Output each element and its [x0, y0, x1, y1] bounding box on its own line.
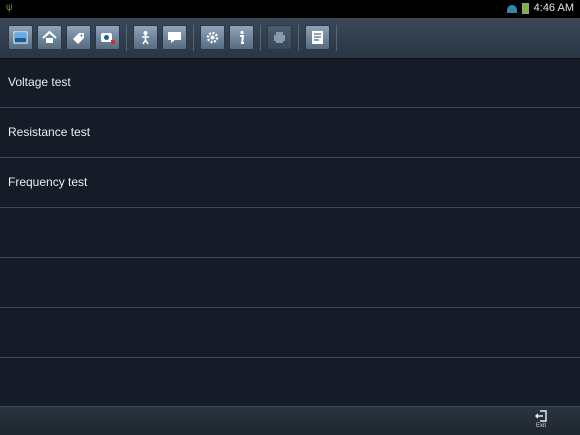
- list-item: [0, 308, 580, 358]
- list-item-label: Resistance test: [8, 125, 91, 139]
- bottom-bar: Exit: [0, 406, 580, 435]
- info-icon[interactable]: [229, 25, 254, 50]
- list-item: [0, 258, 580, 308]
- status-bar: ψ 4:46 AM: [0, 0, 580, 18]
- diagnostics-icon[interactable]: [95, 25, 120, 50]
- list-item[interactable]: Voltage test: [0, 58, 580, 108]
- print-icon[interactable]: [267, 25, 292, 50]
- status-time: 4:46 AM: [533, 2, 574, 14]
- exit-button[interactable]: Exit: [532, 409, 550, 433]
- list-item: [0, 358, 580, 406]
- toolbar: [0, 18, 580, 59]
- test-list: Voltage test Resistance test Frequency t…: [0, 58, 580, 406]
- settings-icon[interactable]: [200, 25, 225, 50]
- home-screen-icon[interactable]: [8, 25, 33, 50]
- message-icon[interactable]: [162, 25, 187, 50]
- exit-icon: [535, 410, 547, 422]
- toolbar-divider: [126, 25, 127, 51]
- exit-label: Exit: [535, 423, 546, 429]
- list-item: [0, 208, 580, 258]
- tag-icon[interactable]: [66, 25, 91, 50]
- document-icon[interactable]: [305, 25, 330, 50]
- home-icon[interactable]: [37, 25, 62, 50]
- wifi-icon: [506, 5, 517, 13]
- list-item-label: Frequency test: [8, 175, 88, 189]
- usb-icon: ψ: [6, 2, 13, 13]
- person-icon[interactable]: [133, 25, 158, 50]
- toolbar-divider: [193, 25, 194, 51]
- toolbar-divider: [336, 25, 337, 51]
- toolbar-divider: [260, 25, 261, 51]
- list-item[interactable]: Resistance test: [0, 108, 580, 158]
- battery-icon: [521, 2, 529, 14]
- list-item[interactable]: Frequency test: [0, 158, 580, 208]
- list-item-label: Voltage test: [8, 75, 71, 89]
- toolbar-divider: [298, 25, 299, 51]
